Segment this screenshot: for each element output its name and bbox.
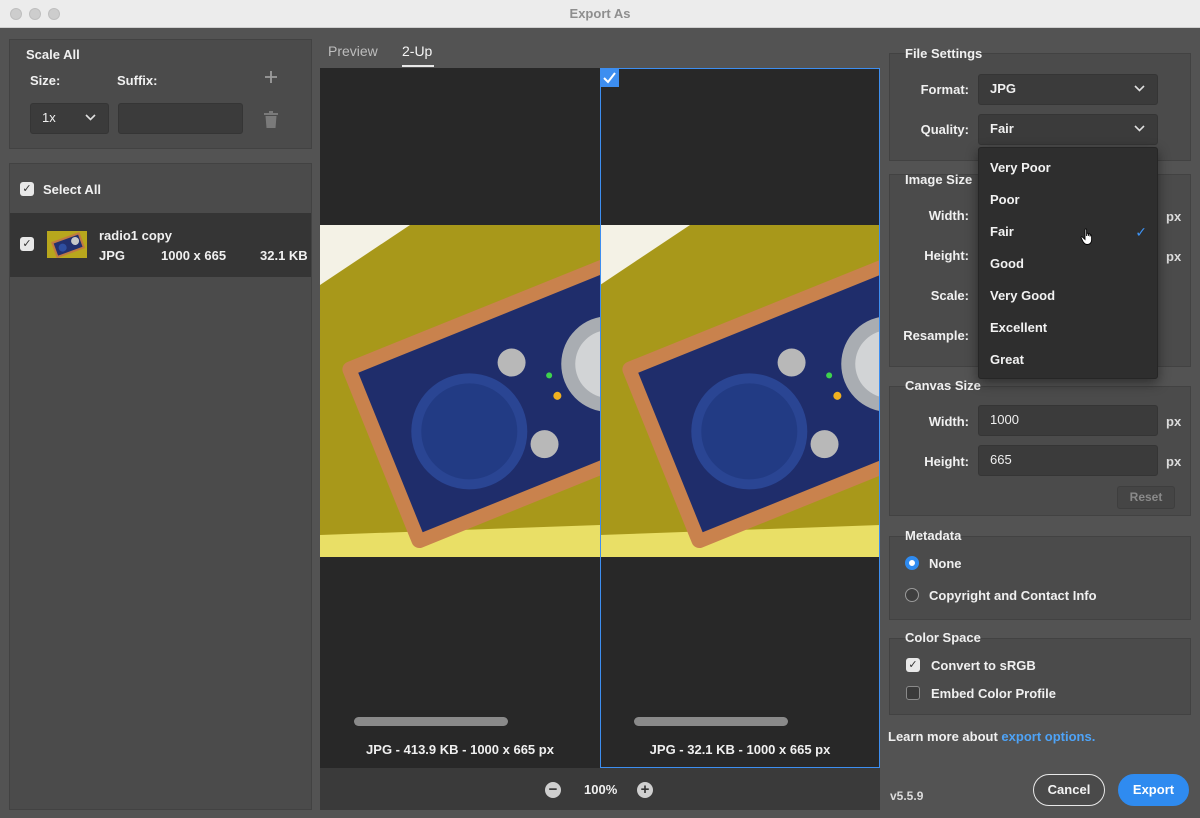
asset-dimensions: 1000 x 665 bbox=[161, 248, 227, 263]
chevron-down-icon bbox=[1134, 115, 1145, 143]
embed-profile-label: Embed Color Profile bbox=[931, 686, 1056, 701]
image-size-title: Image Size bbox=[905, 172, 973, 187]
cancel-button[interactable]: Cancel bbox=[1033, 774, 1105, 806]
trash-icon[interactable] bbox=[263, 111, 279, 128]
canvas-height-label: Height: bbox=[924, 454, 969, 469]
asset-name: radio1 copy bbox=[99, 228, 172, 243]
tab-preview[interactable]: Preview bbox=[328, 43, 378, 59]
metadata-panel bbox=[889, 536, 1191, 620]
scale-all-panel: Scale All Size: Suffix: 1x bbox=[9, 39, 312, 149]
asset-row[interactable]: ✓ radio1 copy JPG 1000 x 665 32.1 KB bbox=[10, 213, 311, 277]
preview-image-original bbox=[320, 225, 600, 557]
format-value: JPG bbox=[990, 81, 1017, 96]
chevron-down-icon bbox=[1134, 75, 1145, 103]
scale-label: Scale: bbox=[930, 288, 969, 303]
asset-file-size: 32.1 KB bbox=[260, 248, 308, 263]
image-height-unit: px bbox=[1166, 249, 1182, 264]
metadata-none-label: None bbox=[929, 556, 962, 571]
chevron-down-icon bbox=[85, 104, 96, 132]
metadata-none-radio[interactable] bbox=[905, 556, 919, 570]
convert-srgb-label: Convert to sRGB bbox=[931, 658, 1036, 673]
resample-label: Resample: bbox=[903, 328, 969, 343]
embed-profile-checkbox[interactable] bbox=[906, 686, 920, 700]
selected-pane-check-icon bbox=[600, 68, 619, 87]
title-bar: Export As bbox=[0, 0, 1200, 28]
suffix-label: Suffix: bbox=[117, 73, 158, 88]
zoom-bar: − 100% + bbox=[320, 768, 880, 810]
color-space-panel bbox=[889, 638, 1191, 715]
zoom-in-icon[interactable]: + bbox=[637, 782, 653, 798]
color-space-title: Color Space bbox=[905, 630, 981, 645]
metadata-title: Metadata bbox=[905, 528, 962, 543]
file-settings-title: File Settings bbox=[905, 46, 983, 61]
select-all-label: Select All bbox=[43, 182, 102, 197]
export-button[interactable]: Export bbox=[1118, 774, 1189, 806]
quality-option-poor[interactable]: Poor bbox=[979, 184, 1157, 216]
zoom-level: 100% bbox=[584, 782, 618, 797]
quality-option-great[interactable]: Great bbox=[979, 344, 1157, 376]
learn-more-text: Learn more about export options. bbox=[888, 729, 1095, 744]
canvas-width-input[interactable]: 1000 bbox=[978, 405, 1158, 436]
reset-button[interactable]: Reset bbox=[1117, 486, 1175, 509]
metadata-copyright-radio[interactable] bbox=[905, 588, 919, 602]
select-all-checkbox[interactable]: ✓ bbox=[20, 182, 34, 196]
quality-option-excellent[interactable]: Excellent bbox=[979, 312, 1157, 344]
size-value: 1x bbox=[42, 110, 56, 125]
active-tab-indicator bbox=[402, 65, 434, 67]
hand-cursor-icon bbox=[1080, 228, 1096, 246]
canvas-width-label: Width: bbox=[928, 414, 969, 429]
asset-checkbox[interactable]: ✓ bbox=[20, 237, 34, 251]
quality-value: Fair bbox=[990, 121, 1014, 136]
convert-srgb-checkbox[interactable]: ✓ bbox=[906, 658, 920, 672]
canvas-height-input[interactable]: 665 bbox=[978, 445, 1158, 476]
quality-option-very-poor[interactable]: Very Poor bbox=[979, 152, 1157, 184]
right-preview-caption: JPG - 32.1 KB - 1000 x 665 px bbox=[649, 742, 831, 757]
quality-dropdown[interactable]: Fair bbox=[978, 114, 1158, 145]
zoom-out-icon[interactable]: − bbox=[545, 782, 561, 798]
left-scrollbar[interactable] bbox=[354, 717, 508, 726]
image-width-label: Width: bbox=[928, 208, 969, 223]
canvas-height-unit: px bbox=[1166, 454, 1182, 469]
canvas-width-unit: px bbox=[1166, 414, 1182, 429]
tab-2-up[interactable]: 2-Up bbox=[402, 43, 432, 59]
asset-thumbnail bbox=[47, 231, 87, 258]
learn-more-prefix: Learn more about bbox=[888, 729, 998, 744]
selected-pane-outline[interactable] bbox=[600, 68, 880, 768]
left-preview-caption: JPG - 413.9 KB - 1000 x 665 px bbox=[366, 742, 554, 757]
window-title: Export As bbox=[569, 6, 631, 21]
add-scale-icon[interactable] bbox=[263, 69, 279, 85]
quality-option-fair[interactable]: Fair ✓ bbox=[979, 216, 1157, 248]
quality-option-very-good[interactable]: Very Good bbox=[979, 280, 1157, 312]
quality-menu: Very Poor Poor Fair ✓ Good Very Good Exc… bbox=[978, 147, 1158, 379]
format-label: Format: bbox=[920, 82, 969, 97]
export-options-link[interactable]: export options. bbox=[1001, 729, 1095, 744]
check-icon: ✓ bbox=[1135, 224, 1147, 240]
format-dropdown[interactable]: JPG bbox=[978, 74, 1158, 105]
suffix-input[interactable] bbox=[118, 103, 243, 134]
canvas-size-title: Canvas Size bbox=[905, 378, 981, 393]
image-height-label: Height: bbox=[924, 248, 969, 263]
scale-all-title: Scale All bbox=[26, 47, 80, 62]
size-dropdown[interactable]: 1x bbox=[30, 103, 109, 134]
metadata-copyright-label: Copyright and Contact Info bbox=[929, 588, 1097, 603]
asset-list-panel: ✓ Select All ✓ radio1 copy JPG 1000 x 66… bbox=[9, 163, 312, 810]
preview-area: JPG - 413.9 KB - 1000 x 665 px JPG - 32.… bbox=[320, 68, 880, 768]
size-label: Size: bbox=[30, 73, 61, 88]
right-scrollbar[interactable] bbox=[634, 717, 788, 726]
version-label: v5.5.9 bbox=[890, 789, 924, 803]
asset-format: JPG bbox=[99, 248, 126, 263]
quality-option-good[interactable]: Good bbox=[979, 248, 1157, 280]
quality-label: Quality: bbox=[920, 122, 969, 137]
image-width-unit: px bbox=[1166, 209, 1182, 224]
